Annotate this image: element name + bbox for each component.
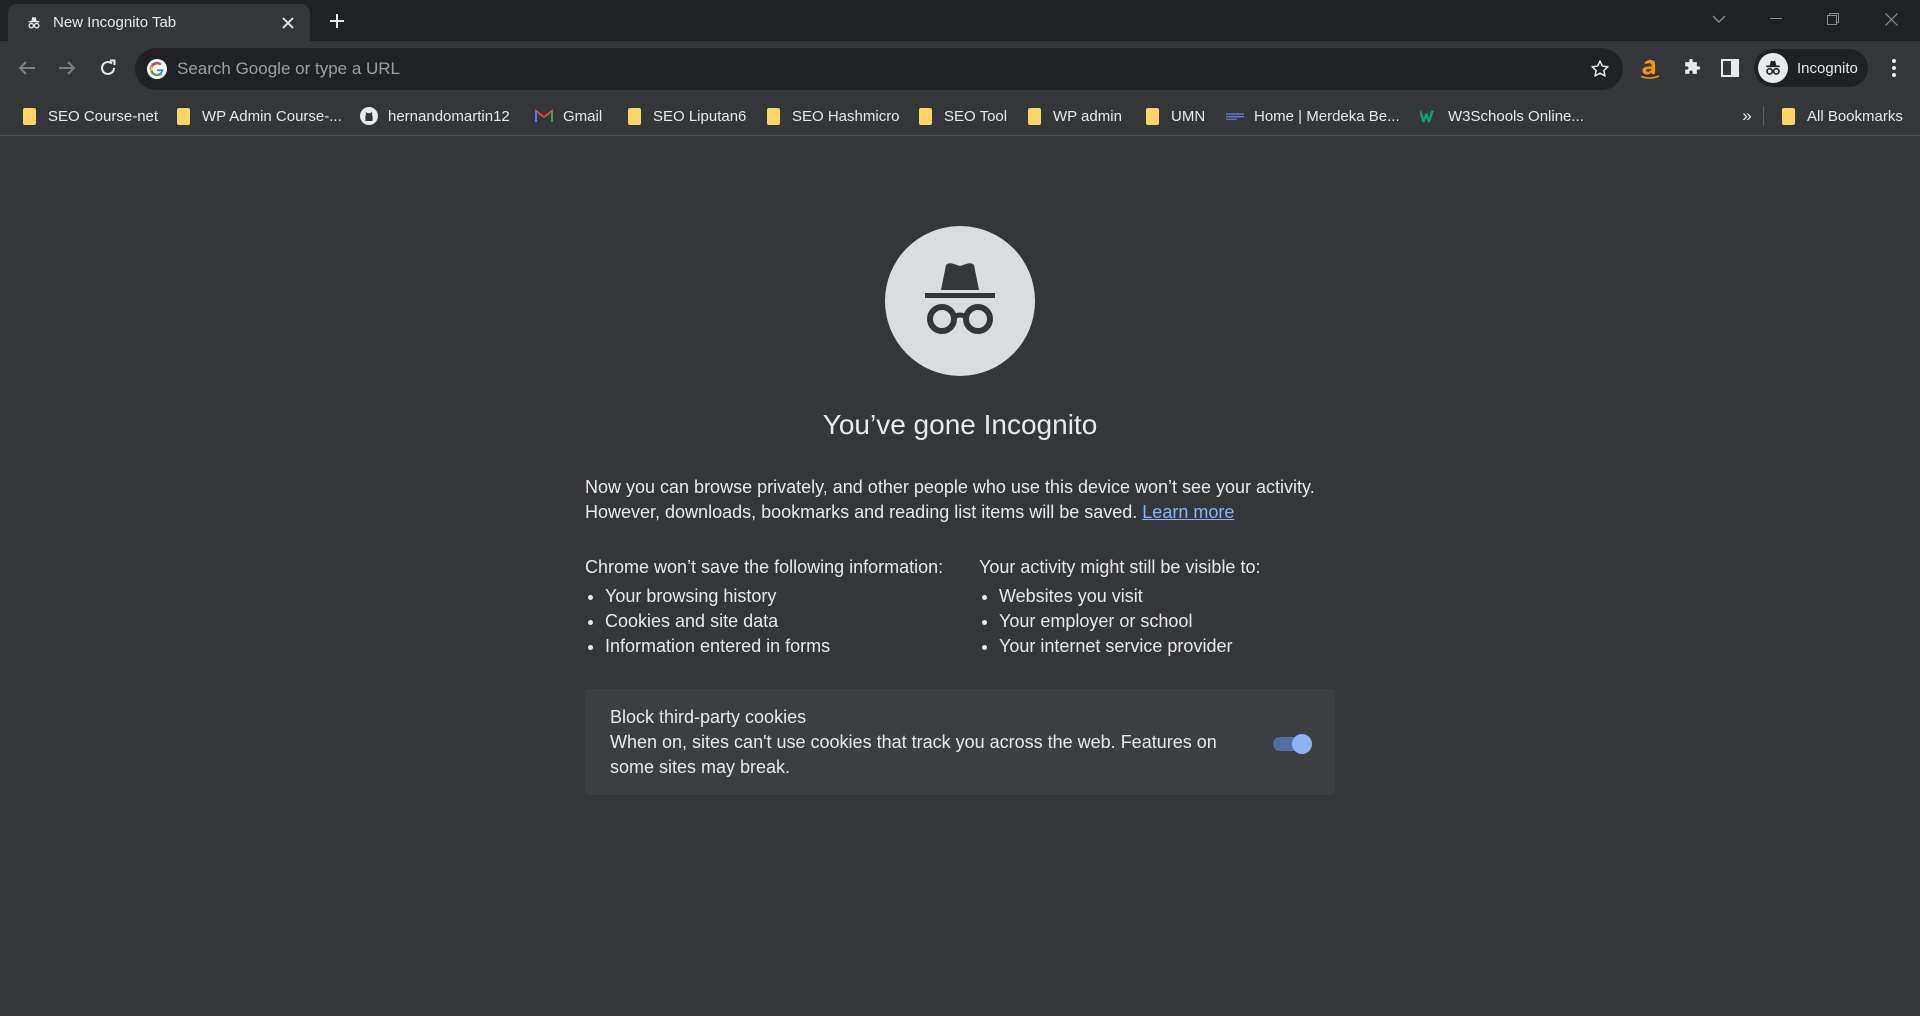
- github-icon: [360, 107, 378, 125]
- folder-icon: [625, 107, 643, 125]
- folder-icon: [20, 107, 38, 125]
- folder-icon: [1779, 107, 1797, 125]
- bookmark-label: SEO Hashmicro: [792, 107, 900, 125]
- amazon-extension-icon[interactable]: [1635, 53, 1665, 83]
- list-item: Websites you visit: [979, 584, 1260, 609]
- bookmark-label: Gmail: [563, 107, 603, 125]
- bookmark-seo-liputan6[interactable]: SEO Liputan6: [625, 104, 746, 128]
- bookmark-merdeka[interactable]: Home | Merdeka Be...: [1226, 104, 1400, 128]
- bookmark-label: UMN: [1171, 107, 1206, 125]
- bookmark-label: SEO Course-net: [48, 107, 159, 125]
- bookmark-label: Home | Merdeka Be...: [1254, 107, 1400, 125]
- window-close-icon[interactable]: [1869, 0, 1913, 38]
- list-item: Your internet service provider: [979, 634, 1260, 659]
- cookie-card-description: When on, sites can't use cookies that tr…: [610, 732, 1217, 777]
- still-visible-column: Your activity might still be visible to:…: [979, 555, 1260, 659]
- third-party-cookies-card: Block third-party cookies When on, sites…: [585, 689, 1335, 795]
- bookmark-label: hernandomartin12: [388, 107, 510, 125]
- menu-kebab-icon[interactable]: [1879, 53, 1909, 83]
- profile-incognito-chip[interactable]: Incognito: [1754, 49, 1868, 87]
- search-input[interactable]: [177, 48, 1557, 90]
- profile-label: Incognito: [1797, 59, 1858, 77]
- incognito-icon: [26, 15, 42, 31]
- bookmark-seo-hashmicro[interactable]: SEO Hashmicro: [764, 104, 900, 128]
- incognito-page: You’ve gone Incognito Now you can browse…: [0, 137, 1920, 1016]
- tab-title: New Incognito Tab: [53, 14, 177, 31]
- bookmark-w3schools[interactable]: W3Schools Online...: [1420, 104, 1584, 128]
- tab-strip: New Incognito Tab: [0, 0, 1920, 41]
- merdeka-icon: [1226, 107, 1244, 125]
- extensions-puzzle-icon[interactable]: [1676, 53, 1706, 83]
- toggle-knob: [1292, 734, 1312, 754]
- bookmark-umn[interactable]: UMN: [1143, 104, 1205, 128]
- incognito-hero-icon: [885, 226, 1035, 376]
- close-icon[interactable]: [278, 13, 298, 33]
- wont-save-column: Chrome won’t save the following informat…: [585, 555, 943, 659]
- intro-line-2: However, downloads, bookmarks and readin…: [585, 502, 1138, 522]
- bookmark-wp-admin-course[interactable]: WP Admin Course-...: [174, 104, 342, 128]
- heading-part: Chrome: [585, 557, 655, 577]
- folder-icon: [1025, 107, 1043, 125]
- incognito-avatar-icon: [1758, 53, 1788, 83]
- bookmark-star-icon[interactable]: [1589, 58, 1611, 80]
- tab-search-chevron-icon[interactable]: [1697, 0, 1741, 38]
- bookmark-wp-admin[interactable]: WP admin: [1025, 104, 1122, 128]
- new-tab-button[interactable]: [323, 9, 351, 33]
- minimize-icon[interactable]: [1754, 0, 1798, 38]
- cookie-card-title: Block third-party cookies: [610, 707, 807, 727]
- bookmark-hernandomartin12[interactable]: hernandomartin12: [360, 104, 510, 128]
- list-item: Your employer or school: [979, 609, 1260, 634]
- reload-button[interactable]: [91, 51, 125, 85]
- heading-emphasis: won’t save: [654, 557, 740, 577]
- list-item: Information entered in forms: [585, 634, 943, 659]
- heading-part: the following information:: [739, 557, 944, 577]
- restore-icon[interactable]: [1811, 0, 1855, 38]
- intro-line-1: Now you can browse privately, and other …: [585, 477, 1315, 497]
- bookmark-label: WP admin: [1053, 107, 1122, 125]
- page-title: You’ve gone Incognito: [822, 409, 1098, 440]
- list-item: Your browsing history: [585, 584, 943, 609]
- wont-save-heading: Chrome won’t save the following informat…: [585, 555, 943, 580]
- still-visible-heading: Your activity might still be visible to:: [979, 555, 1260, 580]
- intro-text: Now you can browse privately, and other …: [585, 475, 1345, 525]
- side-panel-icon[interactable]: [1715, 53, 1745, 83]
- folder-icon: [174, 107, 192, 125]
- bookmark-label: SEO Liputan6: [653, 107, 747, 125]
- bookmarks-divider: [1763, 106, 1764, 126]
- bookmarks-overflow-chevron[interactable]: »: [1735, 104, 1759, 128]
- list-item: Cookies and site data: [585, 609, 943, 634]
- still-visible-list: Websites you visit Your employer or scho…: [979, 584, 1260, 659]
- back-button[interactable]: [10, 51, 44, 85]
- tab-new-incognito[interactable]: New Incognito Tab: [8, 4, 310, 41]
- google-icon: [147, 59, 167, 79]
- bookmarks-bar: SEO Course-net WP Admin Course-... herna…: [0, 96, 1920, 136]
- bookmark-label: WP Admin Course-...: [202, 107, 342, 125]
- heading-part: Your activity: [979, 557, 1081, 577]
- all-bookmarks-button[interactable]: All Bookmarks: [1779, 104, 1903, 128]
- learn-more-link[interactable]: Learn more: [1142, 502, 1234, 522]
- w3schools-icon: [1420, 107, 1438, 125]
- heading-emphasis: might still be visible: [1080, 557, 1236, 577]
- heading-part: to:: [1235, 557, 1261, 577]
- forward-button[interactable]: [50, 51, 84, 85]
- all-bookmarks-label: All Bookmarks: [1807, 107, 1903, 125]
- toolbar: Incognito: [0, 41, 1920, 96]
- folder-icon: [1143, 107, 1161, 125]
- gmail-icon: [535, 107, 553, 125]
- block-cookies-toggle[interactable]: [1270, 731, 1312, 754]
- wont-save-list: Your browsing history Cookies and site d…: [585, 584, 943, 659]
- folder-icon: [916, 107, 934, 125]
- bookmark-label: SEO Tool: [944, 107, 1008, 125]
- bookmark-label: W3Schools Online...: [1448, 107, 1584, 125]
- bookmark-seo-course-net[interactable]: SEO Course-net: [20, 104, 158, 128]
- folder-icon: [764, 107, 782, 125]
- bookmark-seo-tool[interactable]: SEO Tool: [916, 104, 1007, 128]
- bookmark-gmail[interactable]: Gmail: [535, 104, 602, 128]
- omnibox[interactable]: [135, 48, 1623, 90]
